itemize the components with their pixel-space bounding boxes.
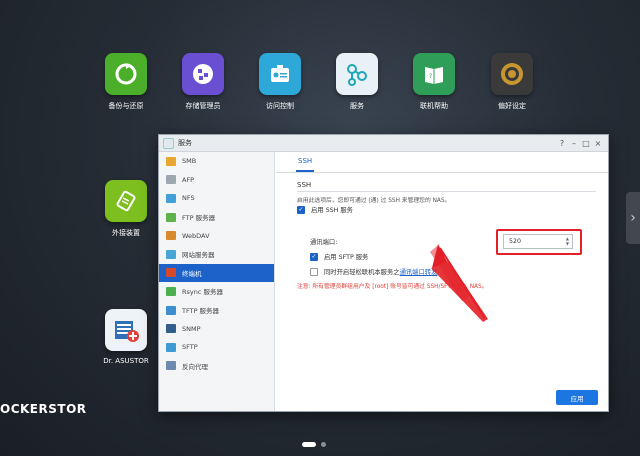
enable-ssh-label: 启用 SSH 服务	[311, 207, 353, 214]
sidebar-item-label: SMB	[182, 157, 197, 166]
desktop-icon-service[interactable]: 服务	[321, 53, 393, 111]
smb-icon	[166, 156, 176, 166]
sidebar-item-ftp[interactable]: FTP 服务器	[159, 208, 274, 227]
afp-icon	[166, 175, 176, 185]
next-page-arrow-icon[interactable]: ›	[626, 192, 640, 244]
desktop-icon-storage[interactable]: 存储管理员	[167, 53, 239, 111]
sidebar-item-label: 终端机	[182, 269, 202, 278]
desktop-icon-dr-asustor[interactable]: Dr. ASUSTOR	[90, 309, 162, 365]
external-device-icon	[105, 180, 147, 222]
id-card-icon	[259, 53, 301, 95]
desktop-icon-label: 存储管理员	[185, 102, 221, 110]
sidebar-item-snmp[interactable]: SNMP	[159, 319, 274, 338]
enable-sftp-label: 启用 SFTP 服务	[324, 254, 369, 261]
services-sidebar: SMB AFP NFS FTP 服务器 WebDAV 网站服务器 终端机 Rsy…	[159, 152, 275, 411]
sidebar-item-label: WebDAV	[182, 231, 210, 240]
help-icon[interactable]: ?	[556, 139, 568, 148]
page-indicator	[302, 442, 326, 447]
section-divider	[297, 191, 596, 192]
sidebar-item-label: 反向代理	[182, 362, 208, 371]
sidebar-item-sftp[interactable]: SFTP	[159, 338, 274, 357]
desktop-icon-label: 偏好设定	[498, 102, 526, 110]
port-input[interactable]: 520 ▲ ▼	[503, 234, 573, 249]
desktop-icon-label: 联机帮助	[420, 102, 448, 110]
sidebar-item-label: SFTP	[182, 343, 198, 352]
refresh-icon	[105, 53, 147, 95]
desktop-icon-label: 备份与还原	[108, 102, 144, 110]
port-forward-row[interactable]: 同时开启轻松联机本服务之 通讯端口转发	[310, 267, 437, 276]
desktop-icon-backup[interactable]: 备份与还原	[90, 53, 162, 111]
page-dot-active[interactable]	[302, 442, 316, 447]
rsync-icon	[166, 286, 176, 296]
tftp-icon	[166, 305, 176, 315]
sidebar-item-label: AFP	[182, 175, 195, 184]
maximize-icon[interactable]: □	[580, 139, 592, 148]
port-forward-checkbox[interactable]	[310, 267, 318, 276]
port-stepper-icon[interactable]: ▲ ▼	[566, 236, 569, 246]
webdav-icon	[166, 231, 176, 241]
window-titlebar[interactable]: 服务 ? – □ ×	[159, 135, 608, 152]
web-server-icon	[166, 249, 176, 259]
close-icon[interactable]: ×	[592, 139, 604, 148]
desktop-icon-external[interactable]: 外接装置	[90, 180, 162, 238]
sidebar-item-smb[interactable]: SMB	[159, 152, 274, 171]
sidebar-item-label: NFS	[182, 194, 195, 203]
desktop-icon-access[interactable]: 访问控制	[244, 53, 316, 111]
sidebar-item-reverse-proxy[interactable]: 反向代理	[159, 357, 274, 376]
ftp-icon	[166, 212, 176, 222]
desktop-icon-label: Dr. ASUSTOR	[103, 357, 149, 365]
tab-bar: SSH	[276, 152, 608, 173]
services-window: 服务 ? – □ × SMB AFP NFS FTP 服务器 WebDAV 网站…	[158, 134, 609, 412]
sidebar-item-rsync[interactable]: Rsync 服务器	[159, 282, 274, 301]
desktop-icon-label: 外接装置	[112, 229, 140, 237]
terminal-icon	[166, 268, 176, 278]
sidebar-item-label: SNMP	[182, 324, 201, 333]
network-icon	[336, 53, 378, 95]
globe-icon	[166, 361, 176, 371]
sidebar-item-webdav[interactable]: WebDAV	[159, 226, 274, 245]
minimize-icon[interactable]: –	[568, 139, 580, 148]
sidebar-item-tftp[interactable]: TFTP 服务器	[159, 301, 274, 320]
sftp-icon	[166, 342, 176, 352]
enable-sftp-checkbox[interactable]: ✓	[310, 252, 318, 261]
admin-access-note: 注意: 所有管理员群组用户及 [root] 账号皆可通过 SSH/SFTP 登入…	[297, 284, 488, 290]
port-label: 通讯端口:	[310, 239, 338, 246]
services-app-icon	[163, 137, 174, 149]
port-value: 520	[509, 238, 522, 245]
nfs-icon	[166, 193, 176, 203]
sidebar-item-label: FTP 服务器	[182, 214, 216, 223]
enable-sftp-row[interactable]: ✓ 启用 SFTP 服务	[310, 252, 368, 261]
gear-icon	[491, 53, 533, 95]
svg-text:?: ?	[429, 73, 432, 80]
desktop-icon-label: 访问控制	[266, 102, 294, 110]
window-title: 服务	[178, 139, 192, 147]
snmp-icon	[166, 324, 176, 334]
sidebar-item-terminal[interactable]: 终端机	[159, 263, 274, 283]
sidebar-item-web-server[interactable]: 网站服务器	[159, 245, 274, 264]
ssh-description: 启用此选项后，您即可通过 (通) 过 SSH 来管理您的 NAS。	[297, 198, 451, 204]
enable-ssh-row[interactable]: ✓ 启用 SSH 服务	[297, 205, 353, 214]
enable-ssh-checkbox[interactable]: ✓	[297, 205, 305, 214]
sidebar-item-label: TFTP 服务器	[182, 307, 220, 316]
sidebar-item-label: Rsync 服务器	[182, 288, 224, 297]
sidebar-item-label: 网站服务器	[182, 251, 215, 260]
sidebar-item-nfs[interactable]: NFS	[159, 189, 274, 208]
desktop-icon-preferences[interactable]: 偏好设定	[476, 53, 548, 111]
ssh-settings-panel: SSH SSH 启用此选项后，您即可通过 (通) 过 SSH 来管理您的 NAS…	[276, 152, 608, 411]
storage-icon	[182, 53, 224, 95]
port-forward-link[interactable]: 通讯端口转发	[400, 267, 438, 276]
sidebar-item-afp[interactable]: AFP	[159, 171, 274, 190]
dr-asustor-icon	[105, 309, 147, 351]
desktop-icon-label: 服务	[350, 102, 364, 110]
brand-logo: OCKERSTOR	[0, 402, 87, 416]
apply-button[interactable]: 应用	[556, 390, 598, 405]
page-dot[interactable]	[321, 442, 326, 447]
section-title: SSH	[297, 181, 312, 189]
help-book-icon: ?	[413, 53, 455, 95]
port-forward-label: 同时开启轻松联机本服务之	[324, 269, 400, 276]
tab-ssh[interactable]: SSH	[296, 157, 315, 172]
desktop-icon-help[interactable]: ? 联机帮助	[398, 53, 470, 111]
